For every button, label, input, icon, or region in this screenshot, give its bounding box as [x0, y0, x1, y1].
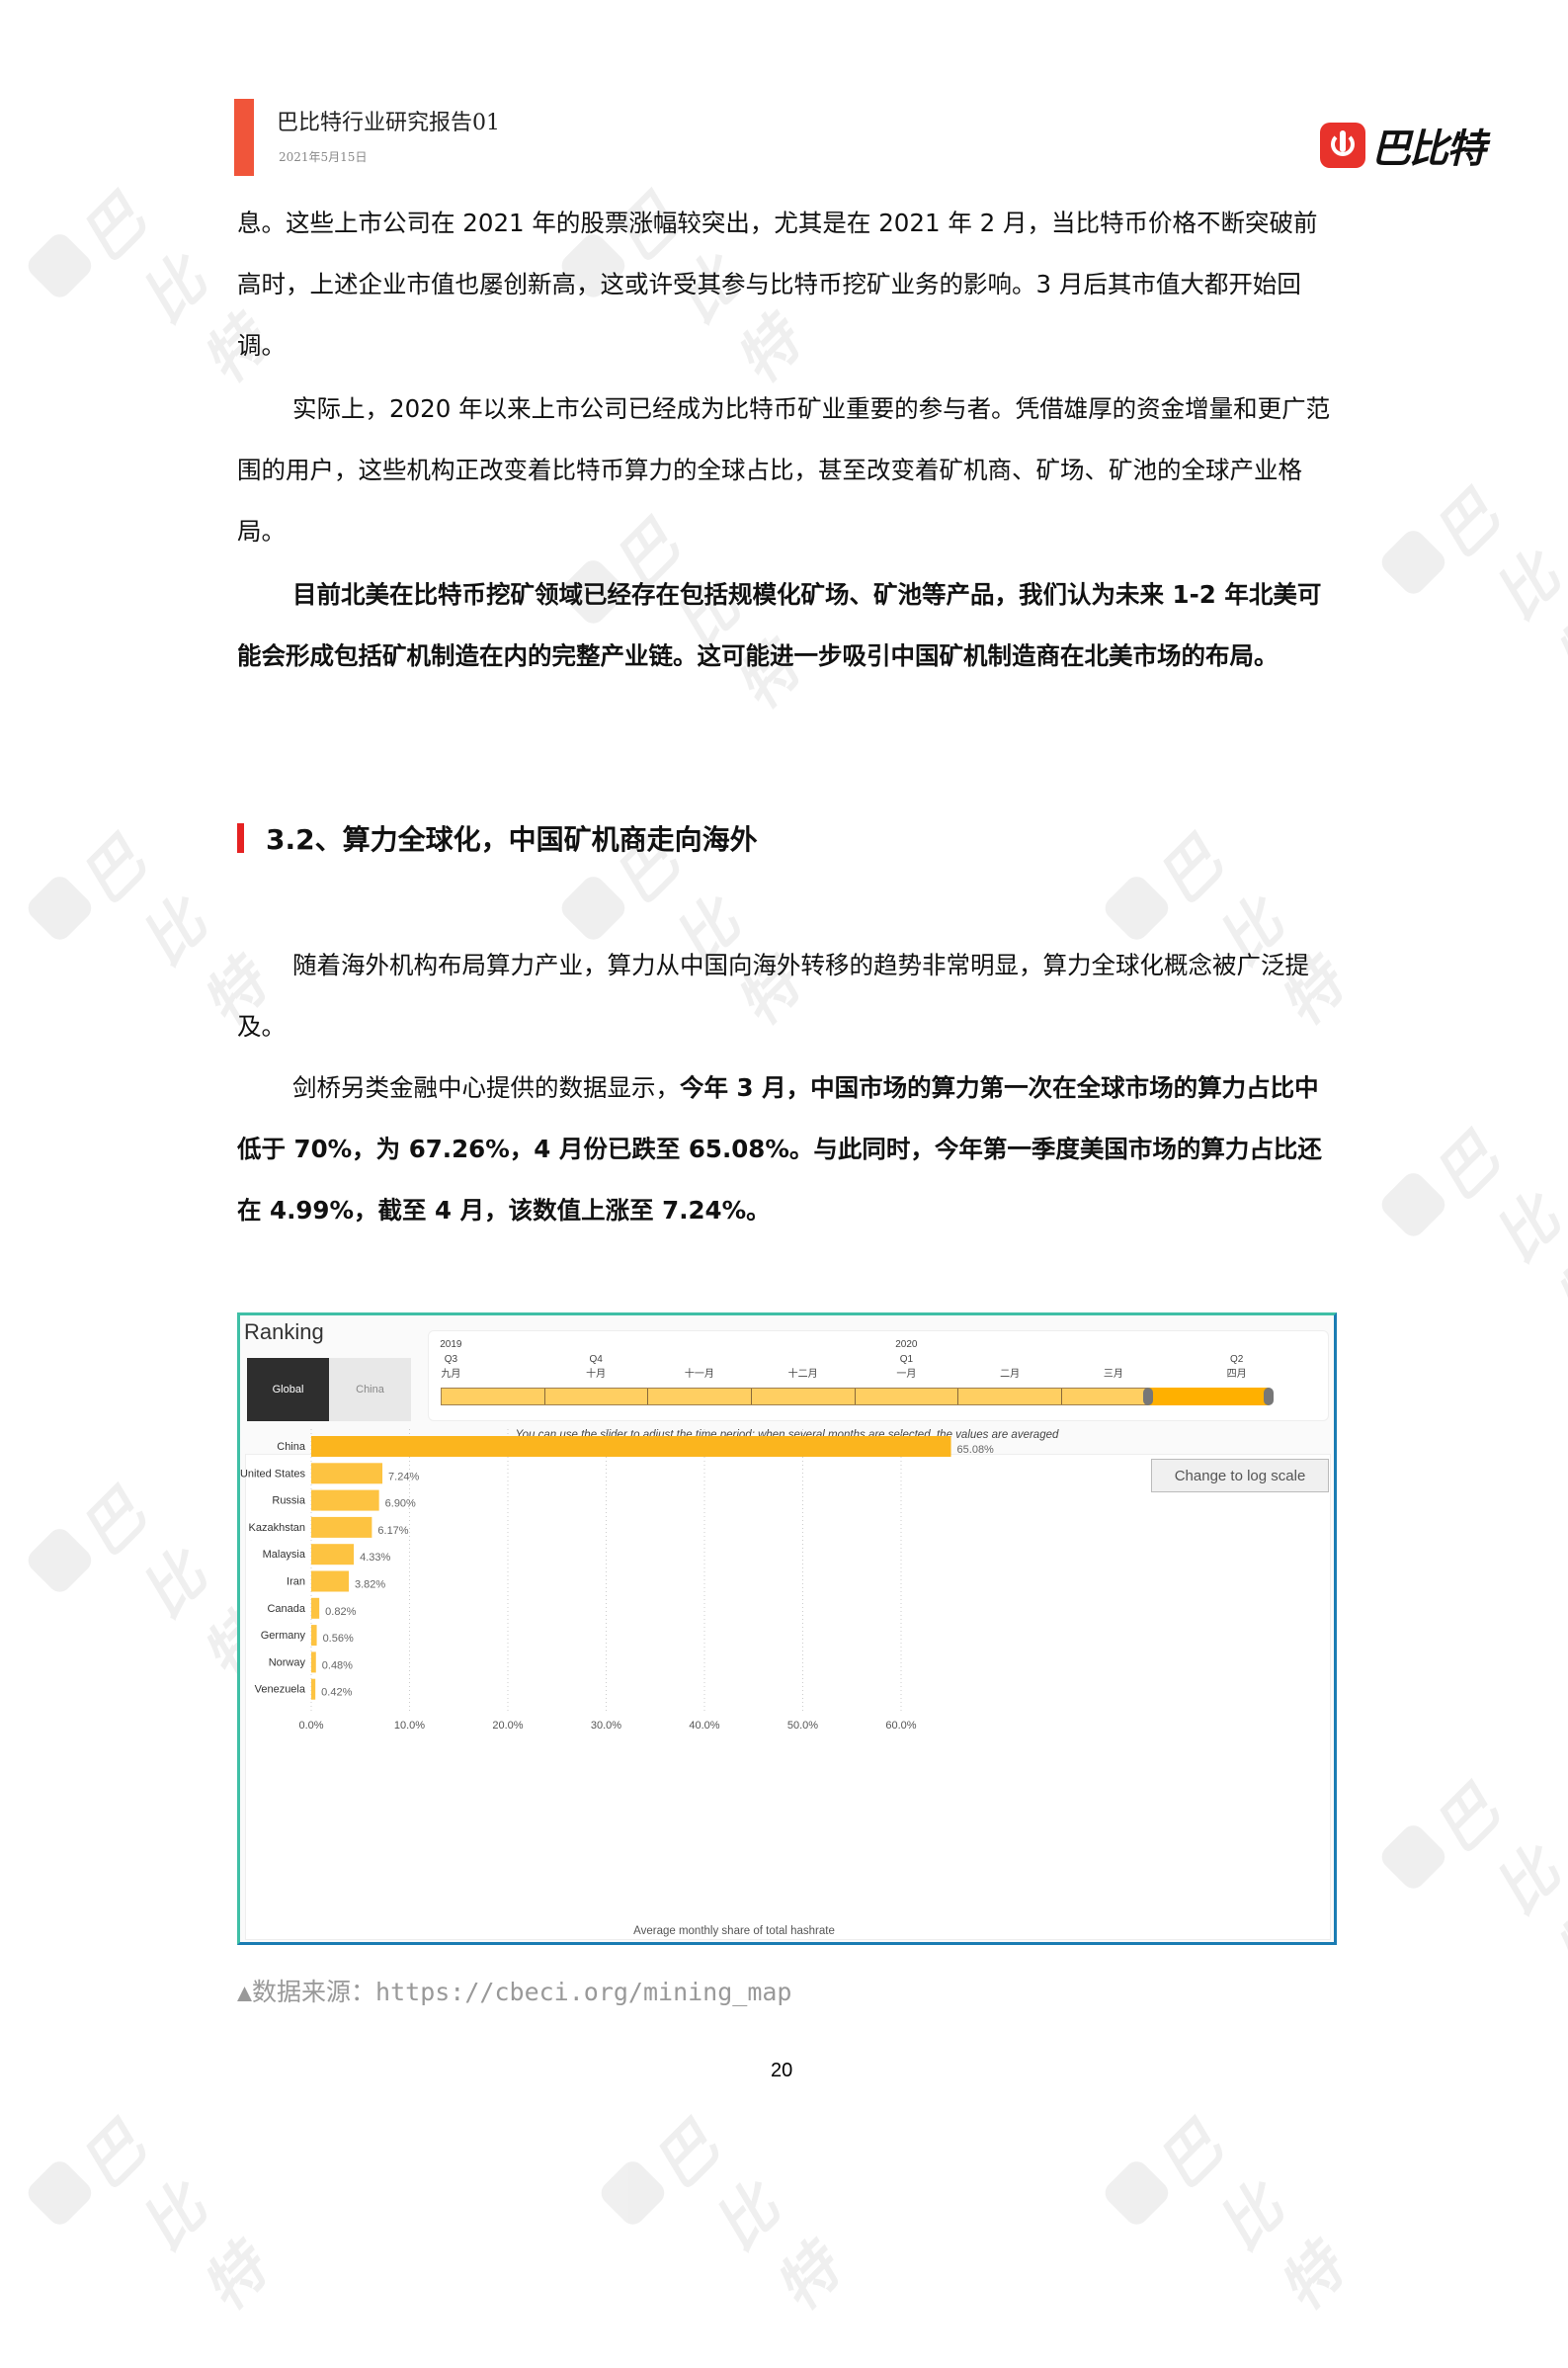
paragraph-2: 实际上，2020 年以来上市公司已经成为比特币矿业重要的参与者。凭借雄厚的资金增… [237, 379, 1334, 562]
watermark-logo: 巴比特 [1356, 422, 1568, 694]
data-label: 7.24% [388, 1471, 419, 1482]
data-label: 0.42% [321, 1687, 352, 1699]
category-label: Malaysia [263, 1549, 306, 1561]
watermark-logo: 巴比特 [1356, 1064, 1568, 1336]
ranking-widget: Ranking Global China 2019 Q3 九月 Q4 十月 十一月 十… [237, 1312, 1337, 1945]
x-tick-label: 10.0% [394, 1720, 425, 1732]
bar-kazakhstan[interactable] [311, 1516, 372, 1538]
x-tick-label: 30.0% [591, 1720, 621, 1732]
brand-logo: 巴比特 [1320, 117, 1486, 174]
bar-malaysia[interactable] [311, 1544, 355, 1565]
paragraph-4-text: 随着海外机构布局算力产业，算力从中国向海外转移的趋势非常明显，算力全球化概念被广… [237, 951, 1309, 1041]
category-label: Canada [267, 1603, 305, 1615]
watermark-logo: 巴比特 [2, 768, 281, 1040]
paragraph-4: 随着海外机构布局算力产业，算力从中国向海外转移的趋势非常明显，算力全球化概念被广… [237, 935, 1334, 1057]
paragraph-2-text: 实际上，2020 年以来上市公司已经成为比特币矿业重要的参与者。凭借雄厚的资金增… [237, 394, 1331, 546]
data-label: 65.08% [957, 1444, 995, 1456]
bar-iran[interactable] [311, 1570, 350, 1592]
x-tick-label: 50.0% [787, 1720, 818, 1732]
section-heading: 3.2、 算力全球化，中国矿机商走向海外 [237, 818, 758, 858]
section-marker [237, 823, 244, 853]
data-label: 6.17% [377, 1525, 408, 1537]
bar-norway[interactable] [311, 1651, 316, 1673]
category-label: Venezuela [255, 1684, 306, 1696]
category-label: Norway [269, 1656, 306, 1668]
data-label: 0.56% [323, 1633, 354, 1645]
bar-united-states[interactable] [311, 1463, 383, 1484]
section-number: 3.2、 [266, 823, 343, 856]
bar-germany[interactable] [311, 1625, 317, 1647]
category-label: Iran [287, 1576, 305, 1588]
paragraph-3-bold: 目前北美在比特币挖矿领域已经存在包括规模化矿场、矿池等产品，我们认为未来 1-2… [237, 564, 1334, 687]
watermark-logo: 巴比特 [575, 2053, 854, 2325]
report-date: 2021年5月15日 [279, 150, 368, 164]
bar-canada[interactable] [311, 1597, 320, 1619]
watermark-logo: 巴比特 [2, 1420, 281, 1692]
category-label: United States [240, 1468, 305, 1480]
report-title: 巴比特行业研究报告01 [277, 111, 500, 135]
bar-china[interactable] [311, 1436, 951, 1457]
paragraph-1: 息。这些上市公司在 2021 年的股票涨幅较突出，尤其是在 2021 年 2 月… [237, 209, 1318, 360]
x-tick-label: 20.0% [492, 1720, 523, 1732]
watermark-logo: 巴比特 [2, 126, 281, 397]
x-tick-label: 60.0% [885, 1720, 916, 1732]
x-tick-label: 40.0% [689, 1720, 719, 1732]
bar-russia[interactable] [311, 1489, 379, 1511]
x-axis-label: Average monthly share of total hashrate [633, 1925, 835, 1937]
paragraph-3-text: 目前北美在比特币挖矿领域已经存在包括规模化矿场、矿池等产品，我们认为未来 1-2… [237, 580, 1322, 670]
category-label: Kazakhstan [249, 1522, 305, 1534]
paragraph-5-text: 剑桥另类金融中心提供的数据显示， [292, 1073, 680, 1102]
watermark-logo: 巴比特 [2, 2053, 281, 2325]
bar-chart: China 65.08% United States 7.24% Russia 6.90%… [240, 1429, 995, 1937]
x-tick-label: 0.0% [298, 1720, 323, 1732]
data-label: 4.33% [360, 1552, 390, 1564]
section-title: 算力全球化，中国矿机商走向海外 [342, 823, 758, 856]
paragraph-5: 剑桥另类金融中心提供的数据显示，今年 3 月，中国市场的算力第一次在全球市场的算… [237, 1057, 1334, 1241]
data-label: 0.48% [322, 1659, 353, 1671]
category-label: China [277, 1441, 306, 1453]
bar-venezuela[interactable] [311, 1678, 316, 1700]
data-label: 0.82% [325, 1606, 356, 1618]
data-label: 6.90% [385, 1498, 416, 1510]
data-label: 3.82% [355, 1579, 385, 1591]
category-label: Germany [261, 1630, 306, 1642]
babit-logo-icon [1320, 123, 1365, 168]
watermark-logo: 巴比特 [1356, 1717, 1568, 1988]
logo-text: 巴比特 [1371, 127, 1486, 172]
page-number: 20 [771, 2060, 793, 2081]
category-label: Russia [272, 1495, 306, 1507]
watermark-logo: 巴比特 [1079, 2053, 1358, 2325]
data-source-caption: ▲数据来源：https://cbeci.org/mining_map [237, 1978, 792, 2006]
header-accent-bar [234, 99, 254, 176]
